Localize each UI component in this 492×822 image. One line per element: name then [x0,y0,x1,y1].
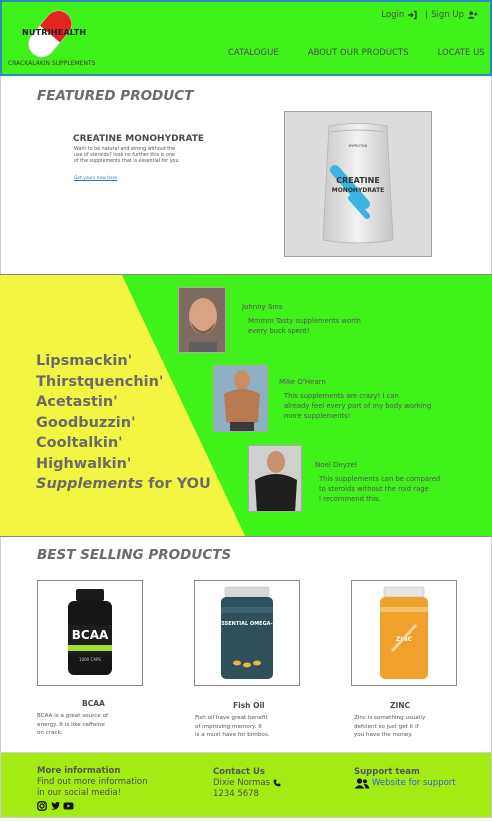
slogan-line: Highwalkin' [36,455,132,472]
bag-label-1: CREATINE [336,176,380,185]
review-line: already feel every part of my body worki… [284,402,432,410]
auth-separator: | [425,10,429,20]
product-desc-line: BCAA is a great source of [37,713,108,719]
footer-support-row: Website for support [354,778,456,789]
featured-buy-link[interactable]: Get yours now here [74,176,117,181]
featured-section: FEATURED PRODUCT CREATINE MONOHYDRATE Wa… [0,76,492,274]
product-desc-line: Zinc is something usually [354,715,426,721]
footer-support: Support team Website for support [354,767,456,789]
login-icon[interactable] [407,10,417,20]
slogan-line: Lipsmackin' [36,353,133,369]
product-desc-line: of improving memory. It [195,723,263,730]
slogan-line: Cooltalkin' [36,435,123,451]
footer-more-info: More information Find out more informati… [37,766,148,811]
site-header: NUTRIHEALTH CRACKALAKIN SUPPLEMENTS Logi… [0,0,492,76]
best-selling-section: BEST SELLING PRODUCTS BCAA 1000 CAPS BCA… [0,537,492,752]
nav-about-products[interactable]: ABOUT OUR PRODUCTS [308,48,409,58]
slogan-line: Acetastin' [36,394,118,410]
product-desc-line: Fish oil have great benefit [195,715,268,721]
reviewer-name: Johnny Sins [242,303,283,311]
users-icon [354,778,370,789]
signup-link[interactable]: Sign Up [431,10,464,20]
support-website-link[interactable]: Website for support [372,778,456,789]
slogan-line: Goodbuzzin' [36,414,136,431]
social-icons [37,801,148,811]
footer-support-title: Support team [354,767,420,777]
slogan-line: Thirstquenchin' [36,373,164,390]
review-text: This supplements are crazy! I can alread… [284,391,454,421]
product-desc-line: energy. It is like caffeine [37,721,105,728]
zinc-bottle-image: ZINC [380,586,428,679]
review-text: This supplements can be compared to ster… [319,474,489,504]
featured-product-name: CREATINE MONOHYDRATE [73,134,205,144]
slogan-final-line: Supplements for YOU [36,474,211,495]
product-name: Fish Oil [233,701,265,710]
main-nav: CATALOGUE ABOUT OUR PRODUCTS LOCATE US [228,48,485,58]
review-line: to steroids without the roid rage [319,485,429,493]
twitter-icon[interactable] [50,801,60,811]
testimonials-section: Lipsmackin' Thirstquenchin' Acetastin' G… [0,274,492,537]
product-desc-line: is a must have for bimbos. [195,732,270,738]
instagram-icon[interactable] [37,801,47,811]
footer-contact-title: Contact Us [213,767,265,777]
fish-oil-bottle-image: ESSENTIAL OMEGA-3 [218,586,277,679]
footer-contact-phone[interactable]: 1234 5678 [213,789,281,800]
phone-icon [273,779,281,786]
featured-desc-line: of the supplements that is essential for… [74,159,179,164]
logo-text: NUTRIHEALTH [22,28,87,37]
bcaa-label: BCAA [72,628,109,642]
product-card-zinc[interactable]: ZINC [351,580,457,686]
fish-oil-label: ESSENTIAL OMEGA-3 [218,621,277,627]
youtube-icon[interactable] [63,801,74,811]
featured-product-image: MYPROTEIN CREATINE MONOHYDRATE [284,111,432,257]
footer-contact: Contact Us Dixie Normas 1234 5678 [213,767,281,800]
review-line: Mmmm Tasty supplements worth [248,317,361,325]
slogan-emphasis: Supplements [36,476,144,492]
nav-locate-us[interactable]: LOCATE US [438,48,485,58]
bcaa-bottle-image: BCAA 1000 CAPS [68,589,112,675]
reviewer-name: Noel Deyzel [315,461,357,469]
product-description: Zinc is something usually defcient so ju… [354,714,444,740]
login-link[interactable]: Login [381,10,404,20]
product-name: BCAA [82,699,105,708]
review-line: This supplements can be compared [319,475,441,483]
product-card-fish-oil[interactable]: ESSENTIAL OMEGA-3 [194,580,300,686]
site-footer: More information Find out more informati… [0,752,492,818]
bcaa-sublabel: 1000 CAPS [79,657,101,662]
review-line: I recommend this. [319,495,381,503]
auth-links: Login | Sign Up [381,10,478,20]
bag-label-2: MONOHYDRATE [332,187,385,194]
review-line: every buck spent! [248,327,310,335]
footer-more-info-line: Find out more information [37,777,148,787]
add-user-icon[interactable] [467,10,478,20]
featured-description: Want to be natural and strong without th… [74,147,184,165]
reviewer-name: Mike O'Hearn [279,378,326,386]
logo-tagline: CRACKALAKIN SUPPLEMENTS [8,60,96,67]
product-description: Fish oil have great benefit of improving… [195,714,285,740]
product-desc-line: defcient so just get it if [354,723,419,730]
footer-contact-name: Dixie Normas [213,778,271,788]
product-name: ZINC [390,701,411,710]
slogan-tail: for YOU [148,476,211,492]
footer-more-info-line: in our social media! [37,788,122,798]
review-text: Mmmm Tasty supplements worth every buck … [248,316,418,336]
review-line: This supplements are crazy! I can [284,392,399,400]
product-card-bcaa[interactable]: BCAA 1000 CAPS [37,580,143,686]
product-description: BCAA is a great source of energy. It is … [37,712,127,738]
slogan-block: Lipsmackin' Thirstquenchin' Acetastin' G… [36,351,211,495]
reviewer-photo [178,287,226,353]
product-desc-line: on crack. [37,730,63,736]
reviewer-photo [248,445,302,512]
nav-catalogue[interactable]: CATALOGUE [228,48,279,58]
bag-brand-text: MYPROTEIN [349,144,368,148]
reviewer-photo [213,365,268,432]
footer-contact-name-row: Dixie Normas [213,778,281,789]
creatine-bag-image: MYPROTEIN CREATINE MONOHYDRATE [322,123,394,244]
best-selling-title: BEST SELLING PRODUCTS [37,547,232,563]
featured-title: FEATURED PRODUCT [37,88,194,104]
review-line: more supplements! [284,412,351,420]
product-desc-line: you have the money. [354,732,413,738]
footer-more-info-title: More information [37,766,121,776]
